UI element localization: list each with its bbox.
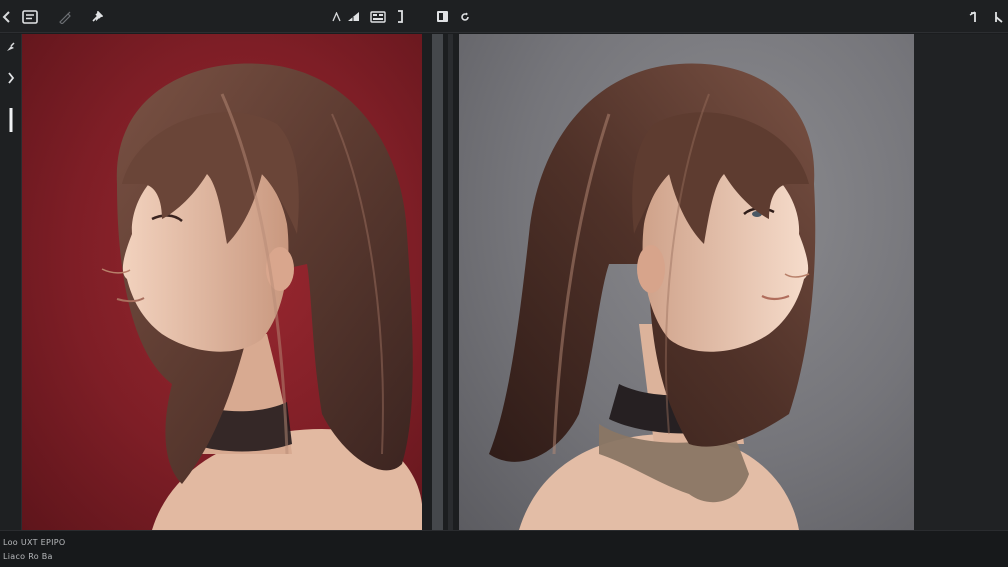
slider-handle-icon[interactable] [0, 108, 22, 132]
status-bar: Loo UXT EPIPO Liaco Ro Ba [0, 530, 1008, 567]
layout-icon[interactable] [367, 0, 389, 33]
panel-icon[interactable] [18, 0, 42, 33]
menu-icon[interactable] [991, 0, 1005, 33]
layers-icon[interactable] [433, 0, 451, 33]
back-chevron-icon[interactable] [0, 0, 14, 33]
portrait-facing-right [489, 63, 816, 530]
right-canvas-image[interactable] [459, 34, 914, 530]
refresh-icon[interactable] [457, 0, 473, 33]
left-canvas-image[interactable] [22, 34, 422, 530]
editor-window: Loo UXT EPIPO Liaco Ro Ba [0, 0, 1008, 567]
split-handle[interactable] [432, 34, 443, 530]
pin-icon[interactable] [88, 0, 106, 33]
top-toolbar [0, 0, 1008, 33]
collapse-icon[interactable] [965, 0, 983, 33]
brush-icon[interactable] [0, 42, 22, 53]
bracket-icon[interactable] [393, 0, 407, 33]
pencil-icon[interactable] [55, 0, 75, 33]
portrait-facing-left [101, 63, 422, 530]
expand-chevron-icon[interactable] [0, 72, 22, 84]
chart-icon[interactable] [345, 0, 361, 33]
right-side-panel [914, 34, 1008, 530]
status-line-1: Loo UXT EPIPO [3, 538, 66, 547]
text-size-icon[interactable] [329, 0, 343, 33]
status-line-2: Liaco Ro Ba [3, 552, 53, 561]
split-divider[interactable] [422, 34, 459, 530]
left-tool-strip [0, 34, 22, 530]
split-edge [448, 34, 453, 530]
